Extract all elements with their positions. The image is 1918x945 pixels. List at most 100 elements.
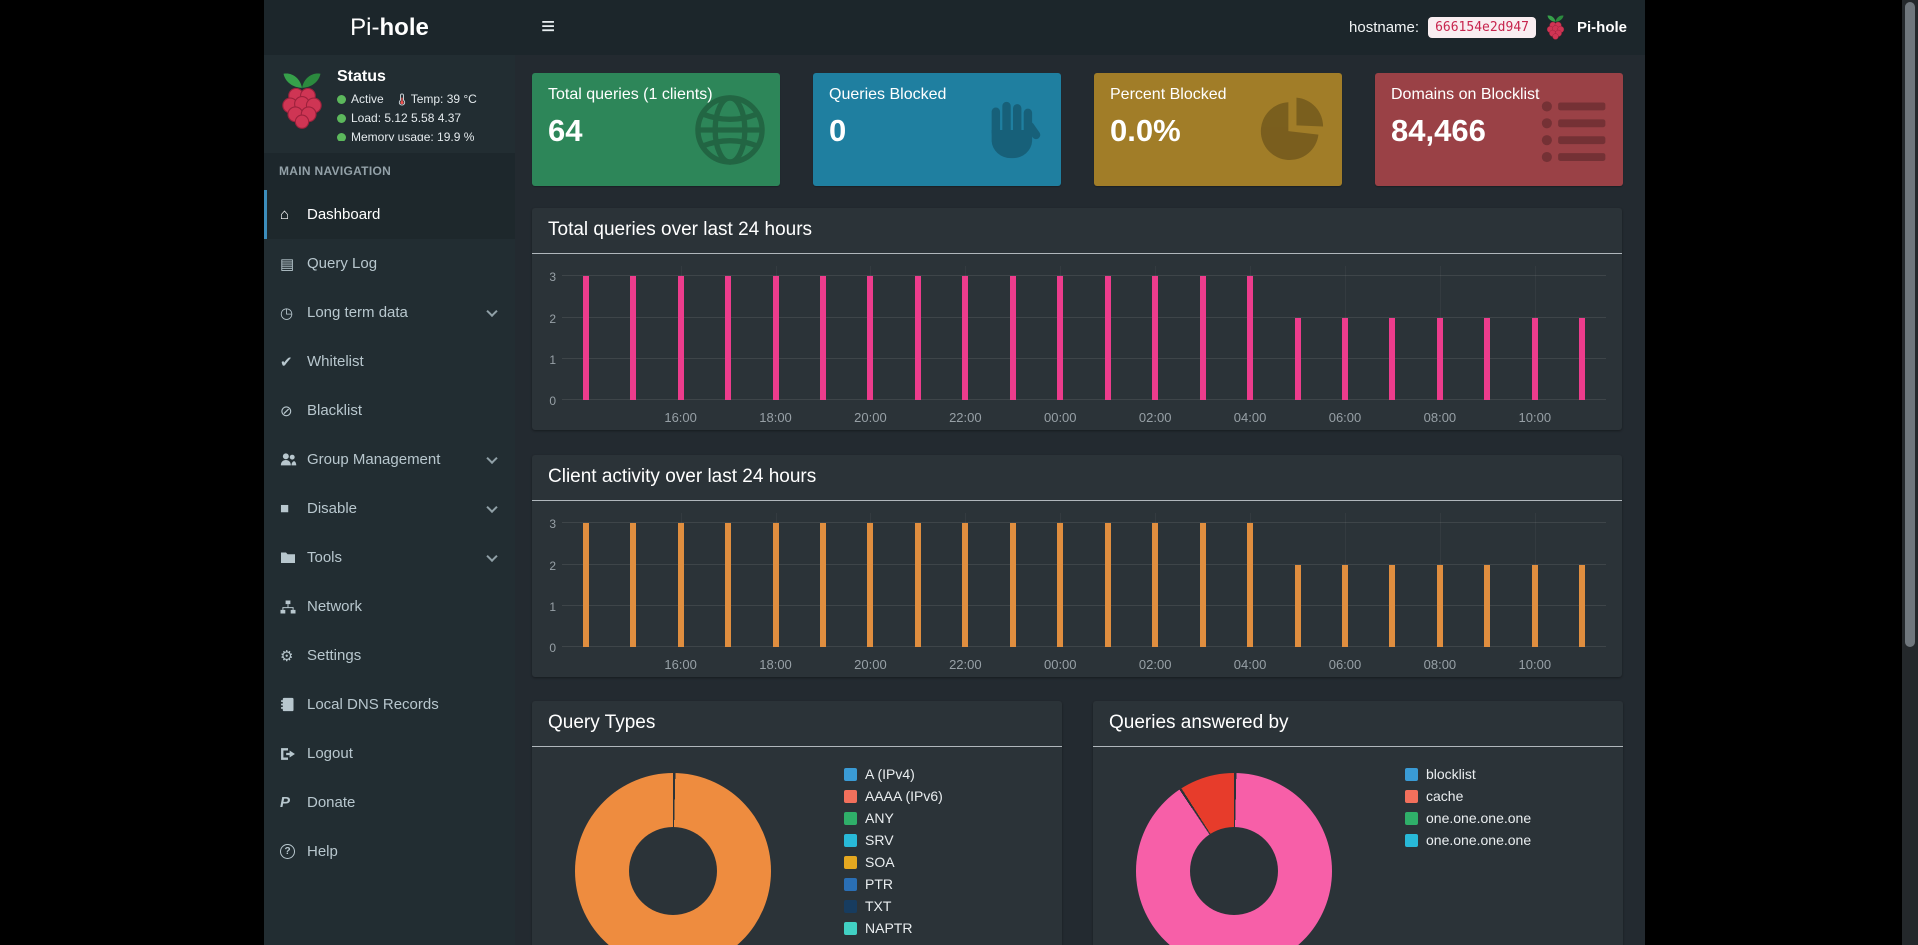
sidebar-item-donate[interactable]: P Donate	[264, 778, 515, 827]
main-content: Total queries (1 clients) 64 Queries Block…	[515, 55, 1645, 945]
sidebar-item-long-term-data[interactable]: ◷ Long term data	[264, 288, 515, 337]
donut-chart[interactable]	[575, 773, 771, 945]
folder-icon	[280, 551, 307, 564]
bar	[630, 523, 637, 647]
screen: Pi-hole ≡ hostname: 666154e2d947 Pi-hole…	[0, 0, 1918, 945]
bar-chart-plot[interactable]	[562, 266, 1606, 400]
h-gridline	[562, 399, 1606, 400]
bar	[677, 523, 684, 647]
query-types-chart: A (IPv4) AAAA (IPv6) ANY SRV SOA PTR TXT NAPTR	[532, 747, 1062, 945]
sidebar-item-label: Tools	[307, 549, 343, 566]
stat-card-percent-blocked: Percent Blocked 0.0%	[1094, 73, 1342, 186]
globe-icon	[692, 92, 768, 168]
sidebar-item-settings[interactable]: ⚙ Settings	[264, 631, 515, 680]
legend-label: one.one.one.one	[1426, 832, 1532, 848]
x-axis-tick: 22:00	[949, 657, 982, 672]
bar-chart-plot[interactable]	[562, 513, 1606, 647]
legend-item-aaaa-ipv6[interactable]: AAAA (IPv6)	[844, 785, 943, 807]
client-activity-chart: 0 1 2 3 16:00 18:00 20:00 22:00 00:00 02:00 04:00 0…	[532, 501, 1622, 677]
legend-label: TXT	[865, 898, 892, 914]
sidebar-item-label: Disable	[307, 500, 358, 517]
x-axis-tick: 02:00	[1138, 657, 1172, 672]
sidebar-section-header: MAIN NAVIGATION	[264, 153, 515, 190]
y-axis-tick: 1	[549, 352, 556, 367]
legend-item-naptr[interactable]: NAPTR	[844, 917, 943, 939]
legend-swatch	[844, 855, 857, 869]
legend-item-soa[interactable]: SOA	[844, 851, 943, 873]
bar	[1104, 276, 1111, 400]
app-logo[interactable]: Pi-hole	[264, 0, 515, 55]
sidebar-item-group-management[interactable]: Group Management	[264, 435, 515, 484]
legend-item-a-ipv4[interactable]: A (IPv4)	[844, 763, 943, 785]
bar	[1104, 523, 1111, 647]
sidebar-menu: ⌂ Dashboard ▤ Query Log ◷ Long term data ✔ Whit…	[264, 190, 515, 876]
legend-swatch	[844, 921, 857, 935]
status-ok-dot-icon	[337, 114, 346, 124]
sidebar-item-label: Local DNS Records	[307, 696, 439, 713]
sidebar-item-dashboard[interactable]: ⌂ Dashboard	[264, 190, 515, 239]
legend-item-txt[interactable]: TXT	[844, 895, 943, 917]
legend-item-blocklist[interactable]: blocklist	[1405, 763, 1531, 785]
x-axis-tick: 20:00	[854, 410, 887, 425]
legend-item-cache[interactable]: cache	[1405, 785, 1531, 807]
pie-chart-icon	[1256, 93, 1330, 167]
bar	[1436, 317, 1443, 400]
sidebar-item-whitelist[interactable]: ✔ Whitelist	[264, 337, 515, 386]
sidebar-item-label: Group Management	[307, 451, 441, 468]
legend-swatch	[844, 811, 857, 825]
sidebar-item-query-log[interactable]: ▤ Query Log	[264, 239, 515, 288]
bar	[914, 276, 921, 400]
box-title: Total queries over last 24 hours	[532, 208, 1622, 254]
sidebar-item-disable[interactable]: ■ Disable	[264, 484, 515, 533]
legend-swatch	[1405, 767, 1418, 781]
bar	[582, 276, 589, 400]
sidebar-toggle-button[interactable]: ≡	[529, 0, 567, 55]
status-panel: Status Active Temp: 39 °C Load: 5.12 5.5…	[264, 55, 515, 153]
status-title: Status	[337, 68, 386, 85]
sidebar: Status Active Temp: 39 °C Load: 5.12 5.5…	[264, 55, 515, 945]
legend-swatch	[1405, 833, 1418, 847]
scrollbar-thumb[interactable]	[1905, 2, 1915, 647]
sidebar-item-label: Donate	[307, 794, 356, 811]
x-axis-tick: 06:00	[1328, 657, 1362, 672]
legend-swatch	[1405, 811, 1418, 825]
legend-item-one-one-one-one[interactable]: one.one.one.one	[1405, 807, 1531, 829]
x-axis-tick: 18:00	[759, 657, 792, 672]
stop-icon: ■	[280, 500, 290, 517]
bar	[1247, 276, 1254, 400]
bar	[772, 523, 779, 647]
bar	[1294, 317, 1301, 400]
sidebar-item-local-dns-records[interactable]: Local DNS Records	[264, 680, 515, 729]
legend-item-one-one-one-one[interactable]: one.one.one.one	[1405, 829, 1531, 851]
bar	[1199, 276, 1206, 400]
pihole-raspberry-logo	[278, 70, 326, 132]
bar	[630, 276, 637, 400]
chevron-down-icon	[486, 550, 498, 562]
legend-item-srv[interactable]: SRV	[844, 829, 943, 851]
legend-swatch	[844, 833, 857, 847]
sidebar-item-tools[interactable]: Tools	[264, 533, 515, 582]
sidebar-item-label: Blacklist	[307, 402, 363, 419]
sidebar-item-network[interactable]: Network	[264, 582, 515, 631]
donut-chart[interactable]	[1136, 773, 1332, 945]
page-scrollbar[interactable]	[1902, 0, 1918, 945]
bar	[725, 276, 732, 400]
stat-card-total-queries-1-clients: Total queries (1 clients) 64	[532, 73, 780, 186]
legend-label: blocklist	[1426, 766, 1476, 782]
sidebar-item-help[interactable]: ? Help	[264, 827, 515, 876]
sidebar-item-logout[interactable]: Logout	[264, 729, 515, 778]
x-axis-tick: 20:00	[854, 657, 887, 672]
bar	[867, 276, 874, 400]
sidebar-item-label: Network	[307, 598, 363, 615]
bar	[1531, 317, 1538, 400]
legend-label: ANY	[865, 810, 894, 826]
hand-icon	[977, 94, 1049, 166]
bar	[820, 523, 826, 647]
legend-swatch	[844, 789, 857, 803]
legend-item-ptr[interactable]: PTR	[844, 873, 943, 895]
bar	[1531, 564, 1538, 647]
sidebar-item-blacklist[interactable]: ⊘ Blacklist	[264, 386, 515, 435]
brand-label: Pi-hole	[1576, 19, 1627, 36]
legend-item-any[interactable]: ANY	[844, 807, 943, 829]
hostname-value-badge: 666154e2d947	[1428, 17, 1536, 38]
